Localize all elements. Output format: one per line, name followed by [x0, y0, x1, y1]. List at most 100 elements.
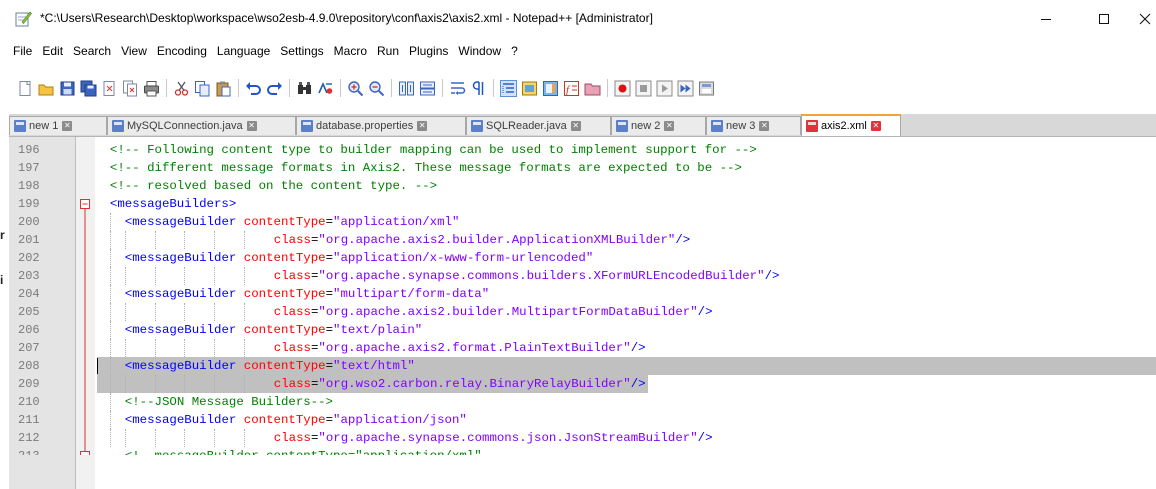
code-text: class="org.apache.axis2.builder.Multipar…: [274, 303, 713, 321]
menu-settings[interactable]: Settings: [275, 40, 328, 62]
word-wrap-button[interactable]: [449, 80, 466, 97]
code-line[interactable]: 199 <messageBuilders>: [9, 195, 1156, 213]
fold-line-marker: [76, 249, 95, 267]
menu-encoding[interactable]: Encoding: [152, 40, 212, 62]
toolbar: f: [9, 62, 1156, 114]
minimize-button[interactable]: [1032, 6, 1060, 32]
save-all-button[interactable]: [80, 80, 97, 97]
menu-language[interactable]: Language: [212, 40, 275, 62]
document-map-button[interactable]: [542, 80, 559, 97]
tab-close-icon[interactable]: ✕: [664, 121, 675, 131]
code-line[interactable]: 207 class="org.apache.axis2.format.PlainT…: [9, 339, 1156, 357]
tab-new-1[interactable]: new 1 ✕: [9, 116, 107, 135]
save-macro-button[interactable]: [698, 80, 715, 97]
zoom-out-button[interactable]: [368, 80, 385, 97]
close-all-icon: [123, 80, 137, 96]
code-line[interactable]: 208 <messageBuilder contentType="text/htm…: [9, 357, 1156, 375]
indent-guide-button[interactable]: [500, 79, 517, 97]
run-macro-multiple-button[interactable]: [677, 80, 694, 97]
tab-close-icon[interactable]: ✕: [417, 121, 428, 131]
code-line[interactable]: 204 <messageBuilder contentType="multipar…: [9, 285, 1156, 303]
code-line[interactable]: 202 <messageBuilder contentType="applicat…: [9, 249, 1156, 267]
code-token: <messageBuilder: [124, 323, 244, 337]
tab-close-icon[interactable]: ✕: [870, 121, 881, 131]
user-defined-language-button[interactable]: [521, 80, 538, 97]
code-token: "org.apache.axis2.format.PlainTextBuilde…: [318, 341, 631, 355]
code-line[interactable]: 212 class="org.apache.synapse.commons.jso…: [9, 429, 1156, 447]
play-macro-button[interactable]: [656, 80, 673, 97]
indent-guide: [214, 267, 216, 285]
function-list-button[interactable]: f: [563, 80, 580, 97]
code-token: "text/plain": [333, 323, 423, 337]
tab-new-2[interactable]: new 2 ✕: [611, 116, 706, 135]
close-file-button[interactable]: [101, 80, 118, 97]
find-button[interactable]: [296, 80, 313, 97]
paste-button[interactable]: [215, 80, 232, 97]
undo-button[interactable]: [245, 80, 262, 97]
menu-window[interactable]: Window: [453, 40, 506, 62]
code-line[interactable]: 197 <!-- different message formats in Axi…: [9, 159, 1156, 177]
code-line[interactable]: 206 <messageBuilder contentType="text/pla…: [9, 321, 1156, 339]
code-line[interactable]: 196 <!-- Following content type to builde…: [9, 141, 1156, 159]
maximize-button[interactable]: [1090, 6, 1118, 32]
fold-empty: [76, 177, 95, 195]
code-line[interactable]: 209 class="org.wso2.carbon.relay.BinaryRe…: [9, 375, 1156, 393]
code-line[interactable]: 203 class="org.apache.synapse.commons.bui…: [9, 267, 1156, 285]
code-line[interactable]: 211 <messageBuilder contentType="applicat…: [9, 411, 1156, 429]
tab-close-icon[interactable]: ✕: [759, 121, 770, 131]
tab-sqlreader-java[interactable]: SQLReader.java ✕: [466, 116, 611, 135]
code-line[interactable]: 201 class="org.apache.axis2.builder.Appli…: [9, 231, 1156, 249]
menu-view[interactable]: View: [116, 40, 152, 62]
close-all-button[interactable]: [122, 80, 139, 97]
background-window-text: i: [0, 273, 4, 287]
sync-horizontal-button[interactable]: [419, 80, 436, 97]
tab-database-properties[interactable]: database.properties ✕: [296, 116, 466, 135]
code-editor[interactable]: 196 <!-- Following content type to builde…: [9, 137, 1156, 489]
tab-label: SQLReader.java: [486, 120, 567, 132]
menu-edit[interactable]: Edit: [37, 40, 68, 62]
print-button[interactable]: [143, 80, 160, 97]
redo-button[interactable]: [266, 80, 283, 97]
indent-guide: [109, 357, 111, 375]
menu-run[interactable]: Run: [372, 40, 404, 62]
folder-as-workspace-button[interactable]: [584, 80, 601, 97]
code-line[interactable]: 210 <!--JSON Message Builders-->: [9, 393, 1156, 411]
code-line[interactable]: 213 <!--messageBuilder contentType="appli…: [9, 447, 1156, 455]
menu-macro[interactable]: Macro: [329, 40, 372, 62]
tab-axis2-xml[interactable]: axis2.xml ✕: [801, 114, 901, 136]
tab-close-icon[interactable]: ✕: [246, 121, 257, 131]
sync-vertical-button[interactable]: [398, 80, 415, 97]
menu-search[interactable]: Search: [68, 40, 116, 62]
tab-close-icon[interactable]: ✕: [62, 121, 73, 131]
save-icon: [60, 81, 75, 95]
code-line[interactable]: 198 <!-- resolved based on the content ty…: [9, 177, 1156, 195]
menu-file[interactable]: File: [9, 40, 37, 62]
tab-close-icon[interactable]: ✕: [570, 121, 581, 131]
indent-guide: [214, 339, 216, 357]
code-line[interactable]: 205 class="org.apache.axis2.builder.Multi…: [9, 303, 1156, 321]
line-number: 213: [9, 447, 73, 455]
code-text: <messageBuilder contentType="application…: [125, 249, 593, 267]
close-button[interactable]: [1139, 6, 1156, 32]
fold-collapse-icon[interactable]: [76, 195, 95, 213]
open-file-button[interactable]: [38, 80, 55, 97]
save-button[interactable]: [59, 80, 76, 97]
tab-new-3[interactable]: new 3 ✕: [706, 116, 801, 135]
replace-button[interactable]: [317, 80, 334, 97]
title-bar[interactable]: *C:\Users\Research\Desktop\workspace\wso…: [9, 0, 1156, 40]
background-window-edge: ri: [0, 0, 9, 489]
menu-plugins[interactable]: Plugins: [404, 40, 453, 62]
new-file-button[interactable]: [17, 80, 34, 97]
fold-collapse-icon[interactable]: [76, 447, 95, 455]
copy-button[interactable]: [194, 80, 211, 97]
tab-mysqlconnection-java[interactable]: MySQLConnection.java ✕: [107, 116, 296, 135]
indent-guide: [244, 429, 245, 447]
show-all-characters-button[interactable]: [470, 80, 487, 97]
code-line[interactable]: 200 <messageBuilder contentType="applicat…: [9, 213, 1156, 231]
code-text: <!--JSON Message Builders-->: [125, 393, 333, 411]
menu-help[interactable]: ?: [506, 40, 523, 62]
record-macro-button[interactable]: [614, 80, 631, 97]
zoom-in-button[interactable]: [347, 80, 364, 97]
stop-recording-button[interactable]: [635, 80, 652, 97]
cut-button[interactable]: [173, 80, 190, 97]
